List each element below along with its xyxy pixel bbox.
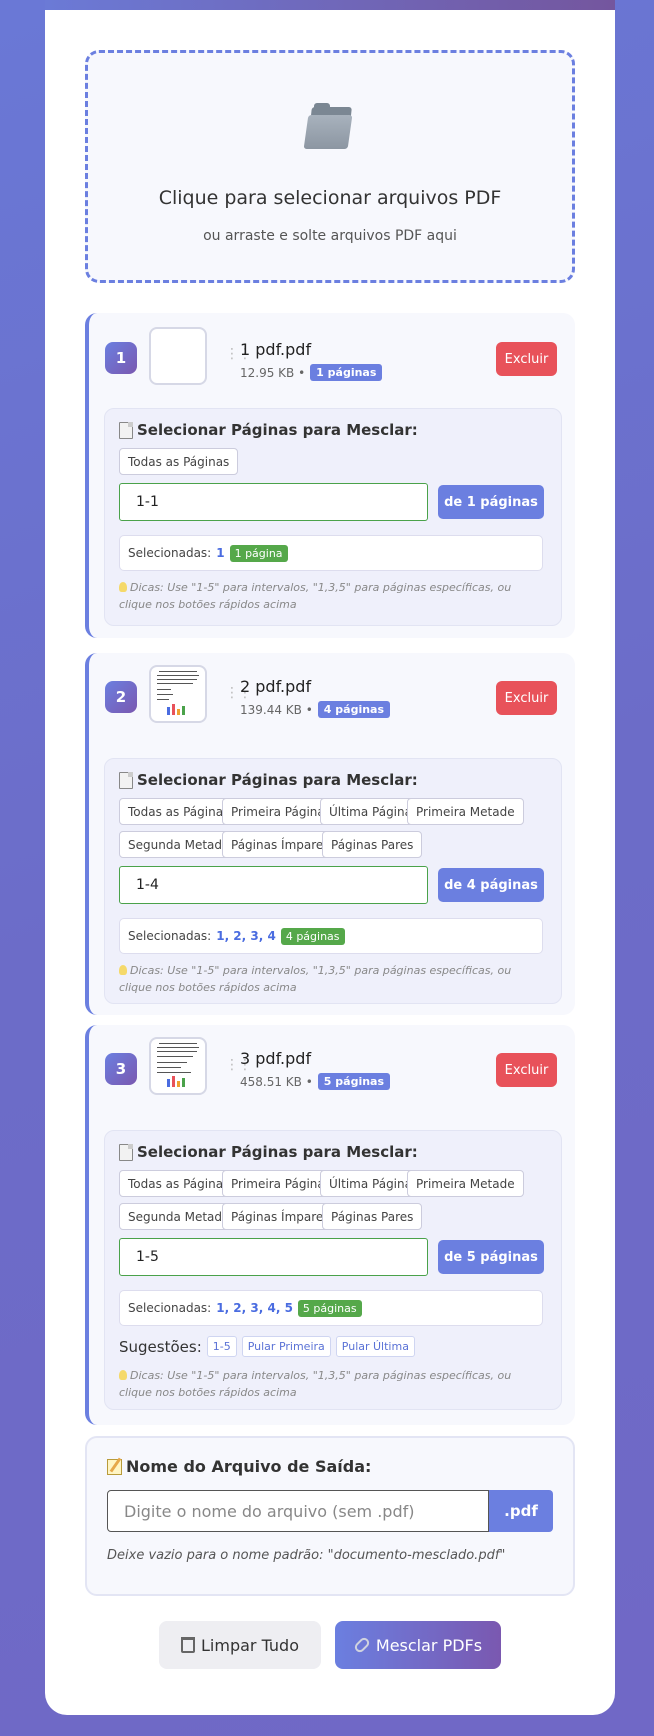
lightbulb-icon bbox=[119, 965, 127, 975]
file-size: 458.51 KB • bbox=[240, 1074, 313, 1089]
output-filename-input[interactable]: Digite o nome do arquivo (sem .pdf) bbox=[107, 1490, 489, 1532]
total-pages-button[interactable]: de 4 páginas bbox=[438, 868, 544, 902]
memo-icon bbox=[107, 1458, 122, 1475]
quick-first-half-button[interactable]: Primeira Metade bbox=[407, 1170, 524, 1197]
page-range-input[interactable]: 1-5 bbox=[119, 1238, 428, 1276]
quick-first-half-button[interactable]: Primeira Metade bbox=[407, 798, 524, 825]
selected-pages-display: Selecionadas: 1, 2, 3, 4, 5 5 páginas bbox=[119, 1290, 543, 1326]
selected-pages-display: Selecionadas: 1 1 página bbox=[119, 535, 543, 571]
selected-pages-display: Selecionadas: 1, 2, 3, 4 4 páginas bbox=[119, 918, 543, 954]
tips-text: Dicas: Use "1-5" para intervalos, "1,3,5… bbox=[119, 581, 512, 611]
delete-button[interactable]: Excluir bbox=[496, 681, 557, 715]
suggestion-skip-first-button[interactable]: Pular Primeira bbox=[241, 1336, 331, 1357]
page-selection-panel: Selecionar Páginas para Mesclar: Todas a… bbox=[104, 408, 562, 626]
file-number-badge: 2 bbox=[105, 681, 137, 713]
selected-count-badge: 5 páginas bbox=[297, 1299, 362, 1317]
page-range-input[interactable]: 1-1 bbox=[119, 483, 428, 521]
page-count-badge: 5 páginas bbox=[317, 1073, 391, 1090]
lightbulb-icon bbox=[119, 582, 127, 592]
dropzone-subtitle: ou arraste e solte arquivos PDF aqui bbox=[203, 228, 457, 244]
quick-even-pages-button[interactable]: Páginas Pares bbox=[322, 831, 423, 858]
delete-button[interactable]: Excluir bbox=[496, 1053, 557, 1087]
page-range-input[interactable]: 1-4 bbox=[119, 866, 428, 904]
file-thumbnail bbox=[149, 1037, 207, 1095]
lightbulb-icon bbox=[119, 1370, 127, 1380]
page-selection-title: Selecionar Páginas para Mesclar: bbox=[119, 1143, 418, 1161]
output-filename-card: Nome do Arquivo de Saída: Digite o nome … bbox=[85, 1436, 575, 1596]
file-number-badge: 3 bbox=[105, 1053, 137, 1085]
selected-pages: 1, 2, 3, 4 bbox=[216, 929, 276, 943]
output-filename-title: Nome do Arquivo de Saída: bbox=[107, 1457, 371, 1476]
file-number-badge: 1 bbox=[105, 342, 137, 374]
quick-first-page-button[interactable]: Primeira Página bbox=[222, 798, 334, 825]
total-pages-button[interactable]: de 5 páginas bbox=[438, 1240, 544, 1274]
suggestion-range-button[interactable]: 1-5 bbox=[206, 1336, 237, 1357]
quick-second-half-button[interactable]: Segunda Metade bbox=[119, 1203, 239, 1230]
page-selection-title: Selecionar Páginas para Mesclar: bbox=[119, 771, 418, 789]
pdf-extension-label: .pdf bbox=[489, 1490, 553, 1532]
quick-even-pages-button[interactable]: Páginas Pares bbox=[322, 1203, 423, 1230]
quick-last-page-button[interactable]: Última Página bbox=[320, 798, 421, 825]
document-icon bbox=[119, 1143, 133, 1161]
file-card-1: 1 ⋮⋮ 1 pdf.pdf 12.95 KB • 1 páginas Excl… bbox=[85, 313, 575, 638]
link-icon bbox=[352, 1635, 372, 1655]
file-name: 3 pdf.pdf bbox=[240, 1049, 312, 1068]
file-meta: 139.44 KB • 4 páginas bbox=[240, 701, 391, 718]
page-selection-panel: Selecionar Páginas para Mesclar: Todas a… bbox=[104, 1130, 562, 1410]
selected-pages: 1 bbox=[216, 546, 225, 560]
file-thumbnail bbox=[149, 665, 207, 723]
file-name: 2 pdf.pdf bbox=[240, 677, 312, 696]
merge-pdfs-button[interactable]: Mesclar PDFs bbox=[335, 1621, 501, 1669]
top-accent-bar bbox=[45, 0, 615, 10]
delete-button[interactable]: Excluir bbox=[496, 342, 557, 376]
tips-text: Dicas: Use "1-5" para intervalos, "1,3,5… bbox=[119, 1369, 512, 1399]
page-selection-panel: Selecionar Páginas para Mesclar: Todas a… bbox=[104, 758, 562, 1004]
quick-second-half-button[interactable]: Segunda Metade bbox=[119, 831, 239, 858]
file-size: 139.44 KB • bbox=[240, 702, 313, 717]
suggestion-skip-last-button[interactable]: Pular Última bbox=[335, 1336, 415, 1357]
file-meta: 458.51 KB • 5 páginas bbox=[240, 1073, 391, 1090]
main-container: Clique para selecionar arquivos PDF ou a… bbox=[45, 10, 615, 1715]
file-size: 12.95 KB • bbox=[240, 365, 306, 380]
document-icon bbox=[119, 771, 133, 789]
quick-all-pages-button[interactable]: Todas as Páginas bbox=[119, 448, 239, 475]
quick-first-page-button[interactable]: Primeira Página bbox=[222, 1170, 334, 1197]
trash-icon bbox=[181, 1637, 195, 1653]
page-count-badge: 4 páginas bbox=[317, 701, 391, 718]
page-count-badge: 1 páginas bbox=[310, 364, 383, 381]
file-card-3: 3 ⋮⋮ 3 pdf.pdf 458.51 KB • 5 páginas Exc… bbox=[85, 1025, 575, 1425]
selected-count-badge: 4 páginas bbox=[280, 927, 345, 945]
file-meta: 12.95 KB • 1 páginas bbox=[240, 364, 383, 381]
suggestions-label: Sugestões: bbox=[119, 1337, 202, 1356]
pdf-dropzone[interactable]: Clique para selecionar arquivos PDF ou a… bbox=[85, 50, 575, 283]
tips-text: Dicas: Use "1-5" para intervalos, "1,3,5… bbox=[119, 964, 512, 994]
suggestions-row: Sugestões: 1-5 Pular Primeira Pular Últi… bbox=[119, 1336, 415, 1357]
file-card-2: 2 ⋮⋮ 2 pdf.pdf 139.44 KB • 4 páginas Exc… bbox=[85, 653, 575, 1015]
quick-all-pages-button[interactable]: Todas as Páginas bbox=[119, 1170, 239, 1197]
dropzone-title: Clique para selecionar arquivos PDF bbox=[158, 187, 502, 209]
document-icon bbox=[119, 421, 133, 439]
page-selection-title: Selecionar Páginas para Mesclar: bbox=[119, 421, 418, 439]
selected-pages: 1, 2, 3, 4, 5 bbox=[216, 1301, 293, 1315]
clear-all-button[interactable]: Limpar Tudo bbox=[159, 1621, 321, 1669]
output-filename-hint: Deixe vazio para o nome padrão: "documen… bbox=[107, 1548, 506, 1563]
quick-all-pages-button[interactable]: Todas as Páginas bbox=[119, 798, 239, 825]
total-pages-button[interactable]: de 1 páginas bbox=[438, 485, 544, 519]
quick-last-page-button[interactable]: Última Página bbox=[320, 1170, 421, 1197]
file-name: 1 pdf.pdf bbox=[240, 340, 312, 359]
folder-icon bbox=[303, 103, 354, 149]
file-thumbnail bbox=[149, 327, 207, 385]
selected-count-badge: 1 página bbox=[229, 544, 288, 562]
